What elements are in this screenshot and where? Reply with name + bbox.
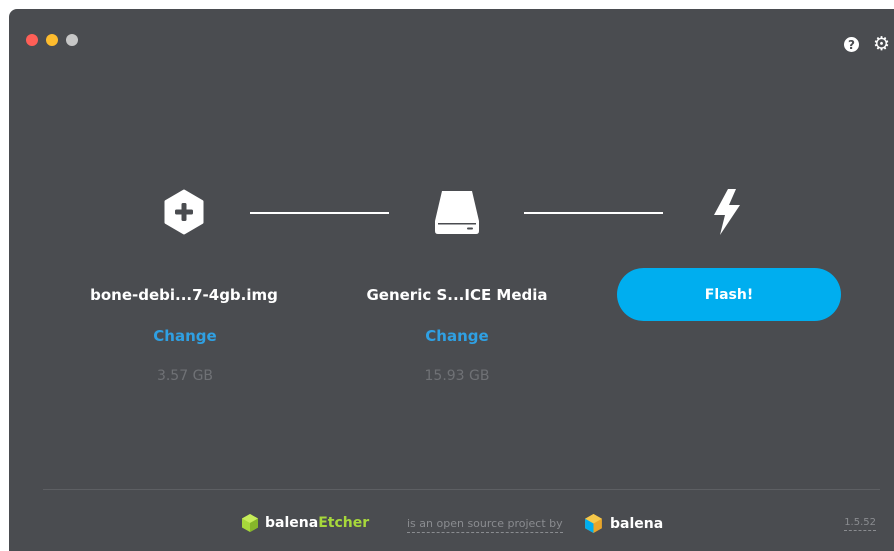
help-icon[interactable]: ? — [843, 37, 859, 52]
open-source-link[interactable]: is an open source project by — [407, 517, 563, 533]
footer: balenaEtcher is an open source project b… — [9, 509, 894, 539]
window-controls — [26, 34, 78, 46]
plus-hexagon-icon[interactable] — [163, 189, 205, 235]
top-toolbar: ? ⚙ — [843, 35, 890, 54]
step-connector — [524, 212, 663, 214]
version-link[interactable]: 1.5.52 — [844, 517, 876, 531]
drive-name: Generic S...ICE Media — [366, 286, 548, 304]
maximize-window-button[interactable] — [66, 34, 78, 46]
image-name: bone-debi...7-4gb.img — [90, 286, 278, 304]
etcher-brand-link[interactable]: balenaEtcher — [240, 513, 369, 533]
drive-size: 15.93 GB — [424, 368, 490, 384]
change-drive-button[interactable]: Change — [407, 327, 507, 345]
lightning-icon — [714, 189, 740, 235]
app-window: ? ⚙ bone-debi...7-4gb.img Change 3.57 GB… — [9, 9, 894, 551]
step-connector — [250, 212, 389, 214]
close-window-button[interactable] — [26, 34, 38, 46]
company-name: balena — [610, 515, 664, 532]
etcher-logo-icon — [242, 514, 258, 532]
image-size: 3.57 GB — [156, 368, 214, 384]
change-image-button[interactable]: Change — [135, 327, 235, 345]
brand-name: balenaEtcher — [265, 515, 370, 531]
gear-icon[interactable]: ⚙ — [873, 35, 890, 54]
minimize-window-button[interactable] — [46, 34, 58, 46]
footer-divider — [43, 489, 880, 490]
balena-logo-icon — [585, 514, 602, 533]
balena-brand-link[interactable]: balena — [583, 513, 663, 534]
flash-button[interactable]: Flash! — [617, 268, 841, 321]
drive-icon[interactable] — [433, 189, 481, 235]
